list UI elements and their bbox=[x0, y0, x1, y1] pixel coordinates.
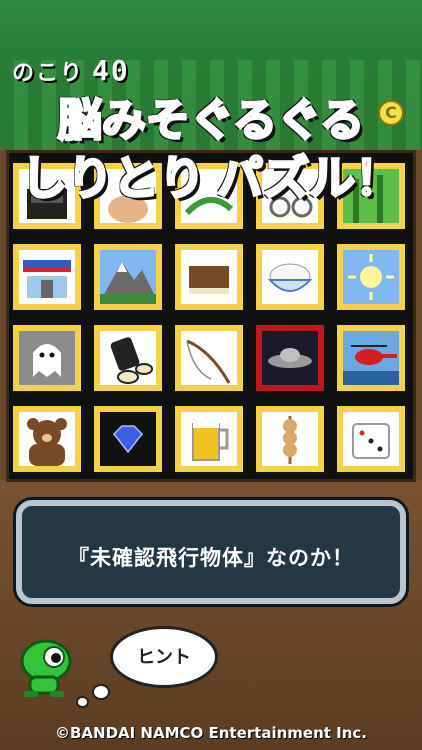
bear-icon bbox=[19, 412, 75, 466]
dialog-message: 『未確認飛行物体』なのか！ bbox=[68, 546, 354, 570]
beer-icon bbox=[181, 412, 237, 466]
banner-text-2a: しりとり bbox=[20, 150, 207, 207]
banner-line-1: 脳みそぐるぐる bbox=[0, 84, 422, 148]
dice-icon bbox=[343, 412, 399, 466]
tile-book[interactable] bbox=[172, 241, 246, 313]
rice-bowl-icon bbox=[262, 250, 318, 304]
tile-beer[interactable] bbox=[172, 403, 246, 475]
message-dialog: 『未確認飛行物体』なのか！ bbox=[16, 500, 406, 604]
tile-dango[interactable] bbox=[253, 403, 327, 475]
tile-mountain[interactable] bbox=[91, 241, 165, 313]
banner-text-1: 脳みそぐるぐる bbox=[56, 94, 365, 148]
tile-ghost[interactable] bbox=[10, 322, 84, 394]
dango-icon bbox=[262, 412, 318, 466]
tile-fishing-rod[interactable] bbox=[172, 322, 246, 394]
tile-convenience-store[interactable] bbox=[10, 241, 84, 313]
mountain-icon bbox=[100, 250, 156, 304]
store-icon bbox=[19, 250, 75, 304]
book-icon bbox=[181, 250, 237, 304]
tile-diamond[interactable] bbox=[91, 403, 165, 475]
tile-rice-bowl[interactable] bbox=[253, 241, 327, 313]
tile-helicopter[interactable] bbox=[334, 322, 408, 394]
ghost-icon bbox=[19, 331, 75, 385]
remaining-value: 40 bbox=[92, 54, 130, 87]
fishing-rod-icon bbox=[181, 331, 237, 385]
sushi-roll-icon bbox=[100, 331, 156, 385]
helicopter-icon bbox=[343, 331, 399, 385]
tile-bear[interactable] bbox=[10, 403, 84, 475]
thought-bubble-medium bbox=[92, 684, 110, 700]
tile-sun[interactable] bbox=[334, 241, 408, 313]
remaining-label: のこり bbox=[12, 61, 85, 86]
banner-line-2: しりとり パズル！ bbox=[0, 142, 422, 208]
hint-button[interactable]: ヒント bbox=[110, 626, 218, 688]
tile-sushi-roll[interactable] bbox=[91, 322, 165, 394]
sun-icon bbox=[343, 250, 399, 304]
remaining-counter: のこり 40 bbox=[12, 54, 130, 87]
banner-text-2b: パズル！ bbox=[216, 150, 403, 207]
copyright-text: ©BANDAI NAMCO Entertainment Inc. bbox=[54, 724, 368, 742]
tile-ufo[interactable] bbox=[253, 322, 327, 394]
diamond-icon bbox=[100, 412, 156, 466]
ufo-icon bbox=[262, 331, 318, 385]
thought-bubble-small bbox=[76, 696, 89, 708]
green-creature-icon bbox=[20, 639, 72, 697]
tile-dice[interactable] bbox=[334, 403, 408, 475]
